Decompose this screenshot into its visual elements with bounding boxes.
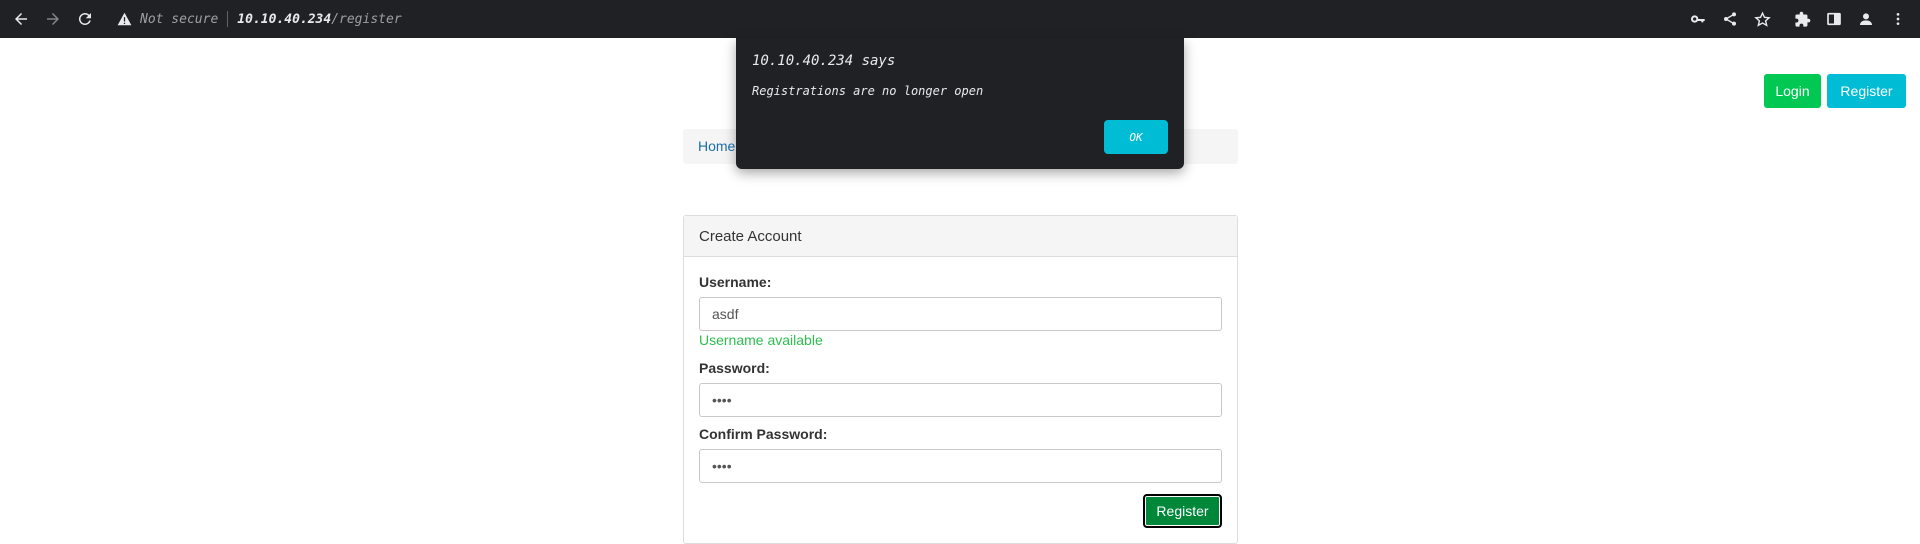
confirm-password-label: Confirm Password: <box>699 426 828 442</box>
security-label[interactable]: Not secure <box>140 12 218 27</box>
create-account-panel: Create Account Username: Username availa… <box>683 215 1238 544</box>
confirm-password-field[interactable] <box>699 449 1222 483</box>
extensions-icon[interactable] <box>1788 0 1816 38</box>
alert-dialog: 10.10.40.234 says Registrations are no l… <box>736 38 1184 169</box>
reload-icon[interactable] <box>71 0 99 38</box>
url-host: 10.10.40.234 <box>237 11 332 27</box>
star-icon[interactable] <box>1748 0 1776 38</box>
dialog-ok-button[interactable]: OK <box>1104 120 1168 154</box>
login-button[interactable]: Login <box>1764 74 1821 108</box>
register-submit-button[interactable]: Register <box>1143 494 1222 528</box>
username-field[interactable] <box>699 297 1222 331</box>
dialog-title: 10.10.40.234 says <box>752 53 896 69</box>
username-label: Username: <box>699 274 772 290</box>
back-arrow-icon[interactable] <box>7 0 35 38</box>
dialog-message: Registrations are no longer open <box>752 84 984 98</box>
password-field[interactable] <box>699 383 1222 417</box>
side-panel-icon[interactable] <box>1820 0 1848 38</box>
profile-icon[interactable] <box>1852 0 1880 38</box>
share-icon[interactable] <box>1716 0 1744 38</box>
forward-arrow-icon[interactable] <box>39 0 67 38</box>
address-divider <box>227 11 229 27</box>
warning-icon <box>116 11 132 27</box>
register-nav-button[interactable]: Register <box>1827 74 1906 108</box>
address-bar[interactable]: Not secure 10.10.40.234/register <box>116 0 402 38</box>
url-path: /register <box>331 11 402 27</box>
browser-toolbar: Not secure 10.10.40.234/register <box>0 0 1920 38</box>
panel-heading: Create Account <box>684 216 1237 257</box>
menu-icon[interactable] <box>1884 0 1912 38</box>
key-icon[interactable] <box>1684 0 1712 38</box>
breadcrumb-home-link[interactable]: Home <box>698 138 735 154</box>
username-status: Username available <box>699 332 823 348</box>
password-label: Password: <box>699 360 770 376</box>
panel-title: Create Account <box>699 228 802 245</box>
